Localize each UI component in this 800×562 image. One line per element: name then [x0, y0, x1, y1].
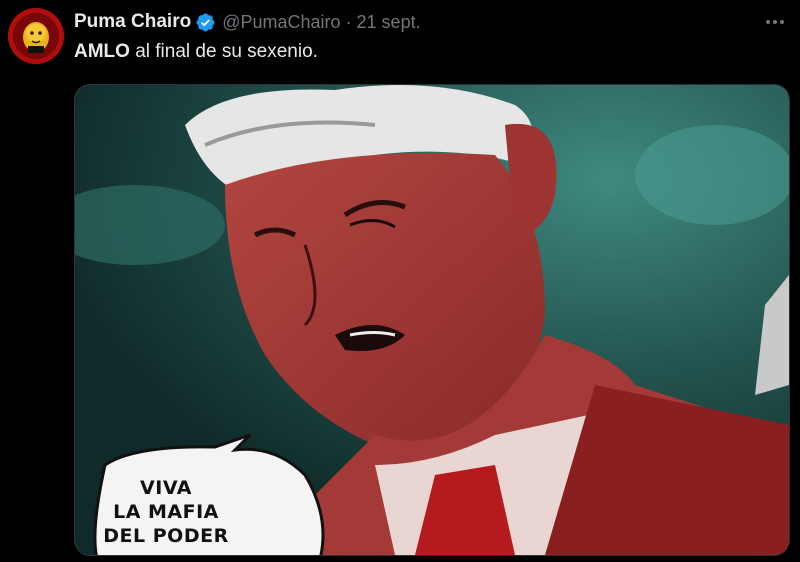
tweet-text-rest: al final de su sexenio. — [129, 41, 318, 62]
tweet-text-bold: AMLO — [74, 41, 130, 62]
author-name[interactable]: Puma Chairo — [74, 11, 191, 33]
speech-bubble-line2: LA MAFIA — [113, 501, 219, 523]
tweet[interactable]: Puma Chairo @PumaChairo · 21 sept. AMLO … — [0, 0, 800, 562]
author-handle[interactable]: @PumaChairo — [222, 12, 340, 33]
header-separator: · — [345, 11, 352, 32]
tweet-text: AMLO al final de su sexenio. — [74, 41, 318, 63]
more-options-icon[interactable] — [762, 10, 788, 34]
author-avatar[interactable] — [8, 8, 64, 64]
verified-badge-icon — [195, 12, 216, 33]
speech-bubble-line1: VIVA — [140, 477, 192, 499]
speech-bubble-line3: DEL PODER — [103, 525, 229, 547]
tweet-date[interactable]: 21 sept. — [357, 12, 421, 33]
puma-avatar-icon — [8, 8, 64, 64]
tweet-header: Puma Chairo @PumaChairo · 21 sept. — [74, 9, 421, 35]
speech-bubble-text: VIVA LA MAFIA DEL PODER — [86, 476, 246, 548]
